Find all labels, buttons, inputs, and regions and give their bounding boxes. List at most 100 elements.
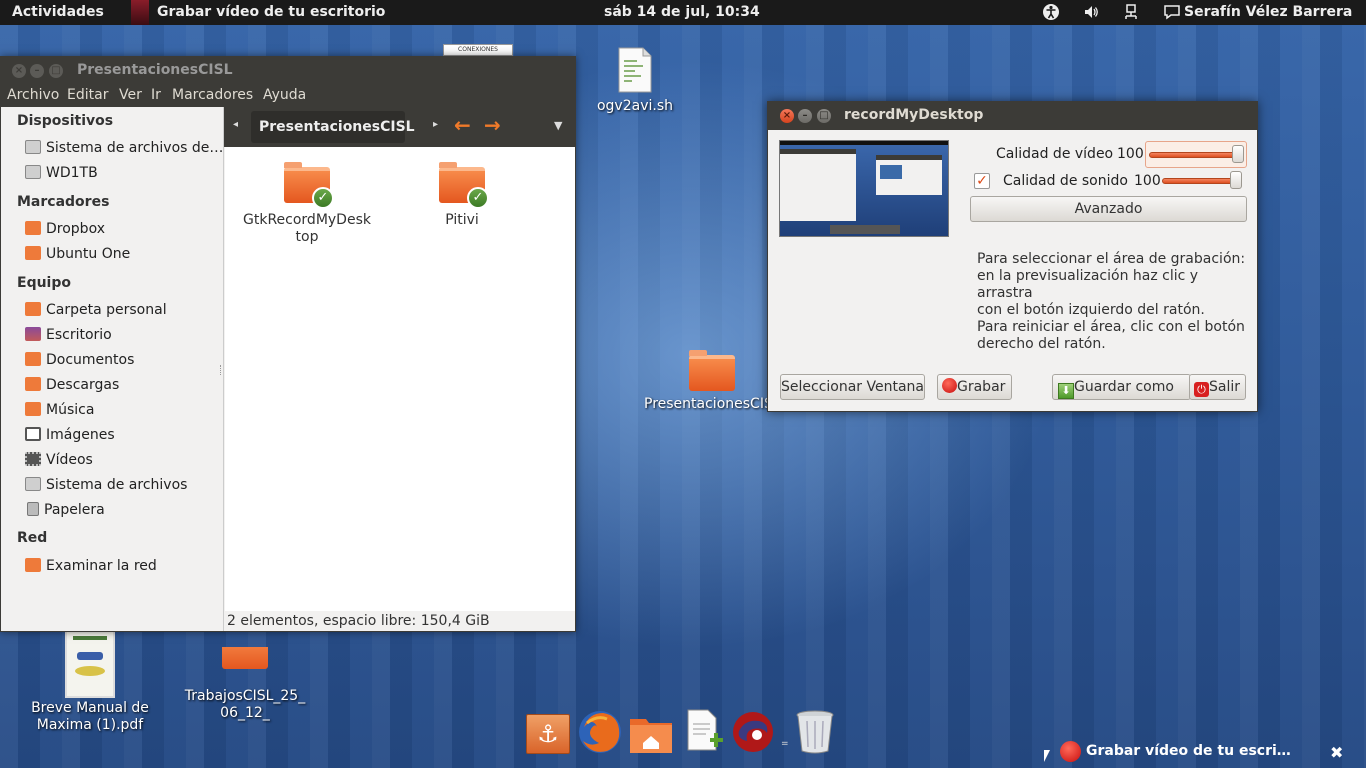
sidebar-header-network: Red (17, 530, 48, 546)
select-window-button[interactable]: Seleccionar Ventana (780, 374, 925, 400)
power-icon: ⏻ (1194, 382, 1209, 397)
user-menu[interactable]: Serafín Vélez Barrera (1184, 4, 1352, 20)
minimize-icon[interactable]: – (30, 64, 44, 78)
network-icon[interactable] (1122, 3, 1140, 21)
desktop-folder-icon (25, 327, 41, 341)
record-tray-icon[interactable] (1060, 741, 1081, 762)
file-view[interactable]: ✓ GtkRecordMyDesktop ✓ Pitivi (225, 147, 575, 611)
sync-check-icon: ✓ (467, 187, 489, 209)
sidebar-item-filesystem-device[interactable]: Sistema de archivos de… (25, 140, 223, 160)
sidebar-item-wd1tb[interactable]: WD1TB (25, 165, 98, 185)
slider-handle[interactable] (1232, 145, 1244, 163)
quit-button[interactable]: ⏻ Salir (1189, 374, 1246, 400)
music-folder-icon (25, 402, 41, 416)
drive-icon (25, 477, 41, 491)
close-icon[interactable]: × (780, 109, 794, 123)
folder-icon: ✓ (284, 162, 334, 209)
new-document-icon[interactable] (684, 708, 730, 754)
sidebar-item-filesystem[interactable]: Sistema de archivos (25, 477, 187, 497)
anchor-app-icon[interactable]: ⚓ (526, 714, 570, 754)
close-icon[interactable]: × (12, 64, 26, 78)
scroll-right-icon[interactable]: ▸ (433, 119, 438, 130)
help-text-select-area: Para seleccionar el área de grabación: e… (977, 251, 1246, 318)
sidebar-item-documents[interactable]: Documentos (25, 352, 134, 372)
back-arrow-icon[interactable]: ← (454, 113, 471, 137)
sidebar-item-trash[interactable]: Papelera (25, 502, 105, 522)
clock[interactable]: sáb 14 de jul, 10:34 (604, 4, 760, 20)
conexiones-label: CONEXIONES (443, 44, 513, 56)
home-folder-icon (25, 302, 41, 316)
sync-check-icon: ✓ (312, 187, 334, 209)
folder-icon: ✓ (439, 162, 489, 209)
activities-button[interactable]: Actividades (12, 4, 104, 20)
menu-archivo[interactable]: Archivo (7, 87, 59, 103)
trash-icon[interactable] (793, 707, 839, 754)
notification-title[interactable]: Grabar vídeo de tu escri… (1086, 743, 1291, 759)
maximize-icon[interactable]: □ (49, 64, 63, 78)
chat-status-icon[interactable] (1163, 3, 1181, 21)
home-folder-icon[interactable] (628, 713, 674, 759)
sidebar-item-dropbox[interactable]: Dropbox (25, 221, 105, 241)
folder-icon (222, 647, 268, 669)
network-folder-icon (25, 558, 41, 572)
sidebar-item-home[interactable]: Carpeta personal (25, 302, 167, 322)
folder-icon (25, 221, 41, 235)
sidebar-item-ubuntu-one[interactable]: Ubuntu One (25, 246, 130, 266)
menu-ver[interactable]: Ver (119, 87, 142, 103)
slider-handle[interactable] (1230, 171, 1242, 189)
minimize-icon[interactable]: – (798, 109, 812, 123)
sidebar-item-videos[interactable]: Vídeos (25, 452, 93, 472)
accessibility-icon[interactable] (1042, 3, 1060, 21)
menu-editar[interactable]: Editar (67, 87, 108, 103)
conexiones-thumbnail[interactable]: CONEXIONES (443, 44, 513, 56)
drive-icon (25, 165, 41, 179)
record-button[interactable]: Grabar (937, 374, 1012, 400)
firefox-icon[interactable] (577, 709, 623, 755)
maximize-icon[interactable]: □ (817, 109, 831, 123)
message-tray-icon[interactable]: ✖ (1330, 743, 1343, 762)
window-titlebar[interactable]: × – □ PresentacionesCISL (1, 57, 575, 85)
file-item-gtkrecordmydesktop[interactable]: ✓ GtkRecordMyDesktop (235, 161, 379, 246)
status-bar: 2 elementos, espacio libre: 150,4 GiB (225, 611, 575, 631)
desktop-icon-trabajos[interactable]: TrabajosCISL_25_ 06_12_ (180, 630, 310, 739)
sidebar-item-downloads[interactable]: Descargas (25, 377, 119, 397)
sidebar-item-music[interactable]: Música (25, 402, 94, 422)
sound-checkbox[interactable]: ✓ (974, 173, 990, 189)
pdf-thumbnail-icon (65, 628, 115, 698)
drive-icon (25, 140, 41, 154)
videos-icon (25, 452, 41, 466)
scroll-left-icon[interactable]: ◂ (233, 119, 238, 130)
video-quality-label: Calidad de vídeo (996, 146, 1114, 162)
app-menu-icon[interactable] (131, 0, 149, 25)
sidebar-item-pictures[interactable]: Imágenes (25, 427, 115, 447)
view-menu-chevron-icon[interactable]: ▼ (554, 119, 562, 132)
video-quality-slider[interactable] (1145, 141, 1247, 168)
location-button[interactable]: PresentacionesCISL (251, 111, 415, 143)
desktop-icon-manual-pdf[interactable]: Breve Manual de Maxima (1).pdf (26, 628, 154, 734)
sidebar-item-browse-network[interactable]: Examinar la red (25, 558, 157, 578)
menu-ir[interactable]: Ir (151, 87, 161, 103)
desktop-icon-ogv2avi[interactable]: ogv2avi.sh (595, 47, 675, 115)
menubar: Archivo Editar Ver Ir Marcadores Ayuda (1, 85, 575, 107)
sound-quality-slider[interactable] (1162, 168, 1247, 195)
menu-marcadores[interactable]: Marcadores (172, 87, 253, 103)
recordmydesktop-dock-icon[interactable]: = (729, 709, 789, 755)
desktop-icon-presentaciones[interactable]: PresentacionesCISL (644, 350, 781, 413)
desktop-icon-label: ogv2avi.sh (596, 98, 673, 114)
sidebar-header-bookmarks: Marcadores (17, 194, 110, 210)
trash-icon (27, 502, 39, 516)
volume-icon[interactable] (1082, 3, 1100, 21)
advanced-button[interactable]: Avanzado (970, 196, 1247, 222)
sidebar-header-computer: Equipo (17, 275, 71, 291)
file-item-pitivi[interactable]: ✓ Pitivi (390, 161, 534, 229)
sidebar-item-desktop[interactable]: Escritorio (25, 327, 112, 347)
window-titlebar[interactable]: × – □ recordMyDesktop (768, 102, 1257, 130)
menu-ayuda[interactable]: Ayuda (263, 87, 306, 103)
sidebar-resize-handle[interactable] (220, 365, 223, 375)
window-title: recordMyDesktop (844, 107, 984, 123)
save-as-button[interactable]: ⬇ Guardar como (1052, 374, 1191, 400)
help-text-reset-area: Para reiniciar el área, clic con el botó… (977, 319, 1245, 352)
forward-arrow-icon[interactable]: → (484, 113, 501, 137)
app-menu-title[interactable]: Grabar vídeo de tu escritorio (157, 4, 385, 20)
desktop-preview[interactable] (779, 140, 949, 237)
